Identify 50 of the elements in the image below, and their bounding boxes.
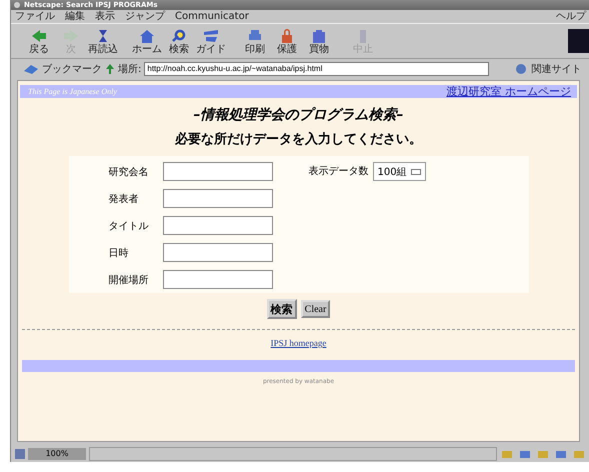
search-icon (170, 28, 188, 44)
arrow-icon (30, 28, 48, 44)
toolbar-button[interactable]: 買物 (303, 28, 335, 54)
bookmark-icon (23, 62, 39, 74)
field-label: 日時 (108, 246, 130, 260)
toolbar-icon (202, 28, 220, 44)
field-label: 研究会名 (108, 166, 150, 178)
security-icon (15, 449, 25, 459)
toolbar-button[interactable]: ホーム (131, 28, 163, 54)
location-icon (105, 62, 115, 74)
search-button[interactable]: 検索 (266, 299, 297, 319)
home-link[interactable]: 渡辺研究室 ホームページ (446, 84, 571, 99)
house-icon (138, 28, 156, 44)
instruction-text: 必要な所だけデータを入力してください。 (175, 132, 422, 148)
component-icon[interactable] (518, 449, 532, 459)
toolbar-button[interactable]: 再読込 (87, 28, 119, 54)
input-field[interactable] (162, 162, 272, 181)
progress-indicator: 100% (28, 448, 86, 460)
dropdown-icon (410, 168, 421, 174)
component-icon[interactable] (554, 449, 568, 459)
page-heading: –情報処理学会のプログラム検索– (194, 106, 404, 124)
count-dropdown[interactable]: 100組 (372, 162, 426, 181)
help-menu[interactable]: ヘルプ (556, 10, 586, 22)
menu-item[interactable]: 編集 (65, 10, 85, 22)
field-label: 開催場所 (108, 274, 150, 286)
menu-item[interactable]: 表示 (95, 10, 115, 22)
globe-icon (514, 62, 528, 74)
toolbar-button[interactable]: 印刷 (239, 28, 271, 54)
url-field[interactable]: http://noah.cc.kyushu-u.ac.jp/~watanaba/ipsj.html (144, 62, 490, 76)
field-label: タイトル (108, 220, 150, 232)
toolbar-button[interactable]: ガイド (195, 28, 227, 54)
toolbar-button[interactable]: 保護 (271, 28, 303, 54)
toolbar-button[interactable]: 検索 (163, 28, 195, 54)
menu-item[interactable]: ジャンプ (125, 10, 165, 22)
input-field[interactable] (162, 216, 272, 235)
toolbar-button[interactable]: 戻る (23, 28, 55, 54)
menu-item[interactable]: ファイル (15, 10, 55, 22)
bookmarks-button[interactable]: ブックマーク (42, 62, 102, 76)
related-sites-button[interactable]: 関連サイト (531, 62, 582, 76)
input-field[interactable] (162, 189, 272, 208)
menu-item[interactable]: Communicator (175, 10, 249, 22)
location-label: 場所: (118, 62, 142, 76)
input-field[interactable] (162, 270, 272, 289)
field-label: 発表者 (108, 192, 140, 206)
input-field[interactable] (162, 243, 272, 262)
banner-note: This Page is Japanese Only (28, 87, 117, 96)
field-label: 表示データ数 (308, 164, 368, 179)
toolbar-icon (310, 28, 328, 44)
clear-button[interactable]: Clear (300, 300, 330, 318)
ipsj-link[interactable]: IPSJ homepage (270, 338, 326, 348)
